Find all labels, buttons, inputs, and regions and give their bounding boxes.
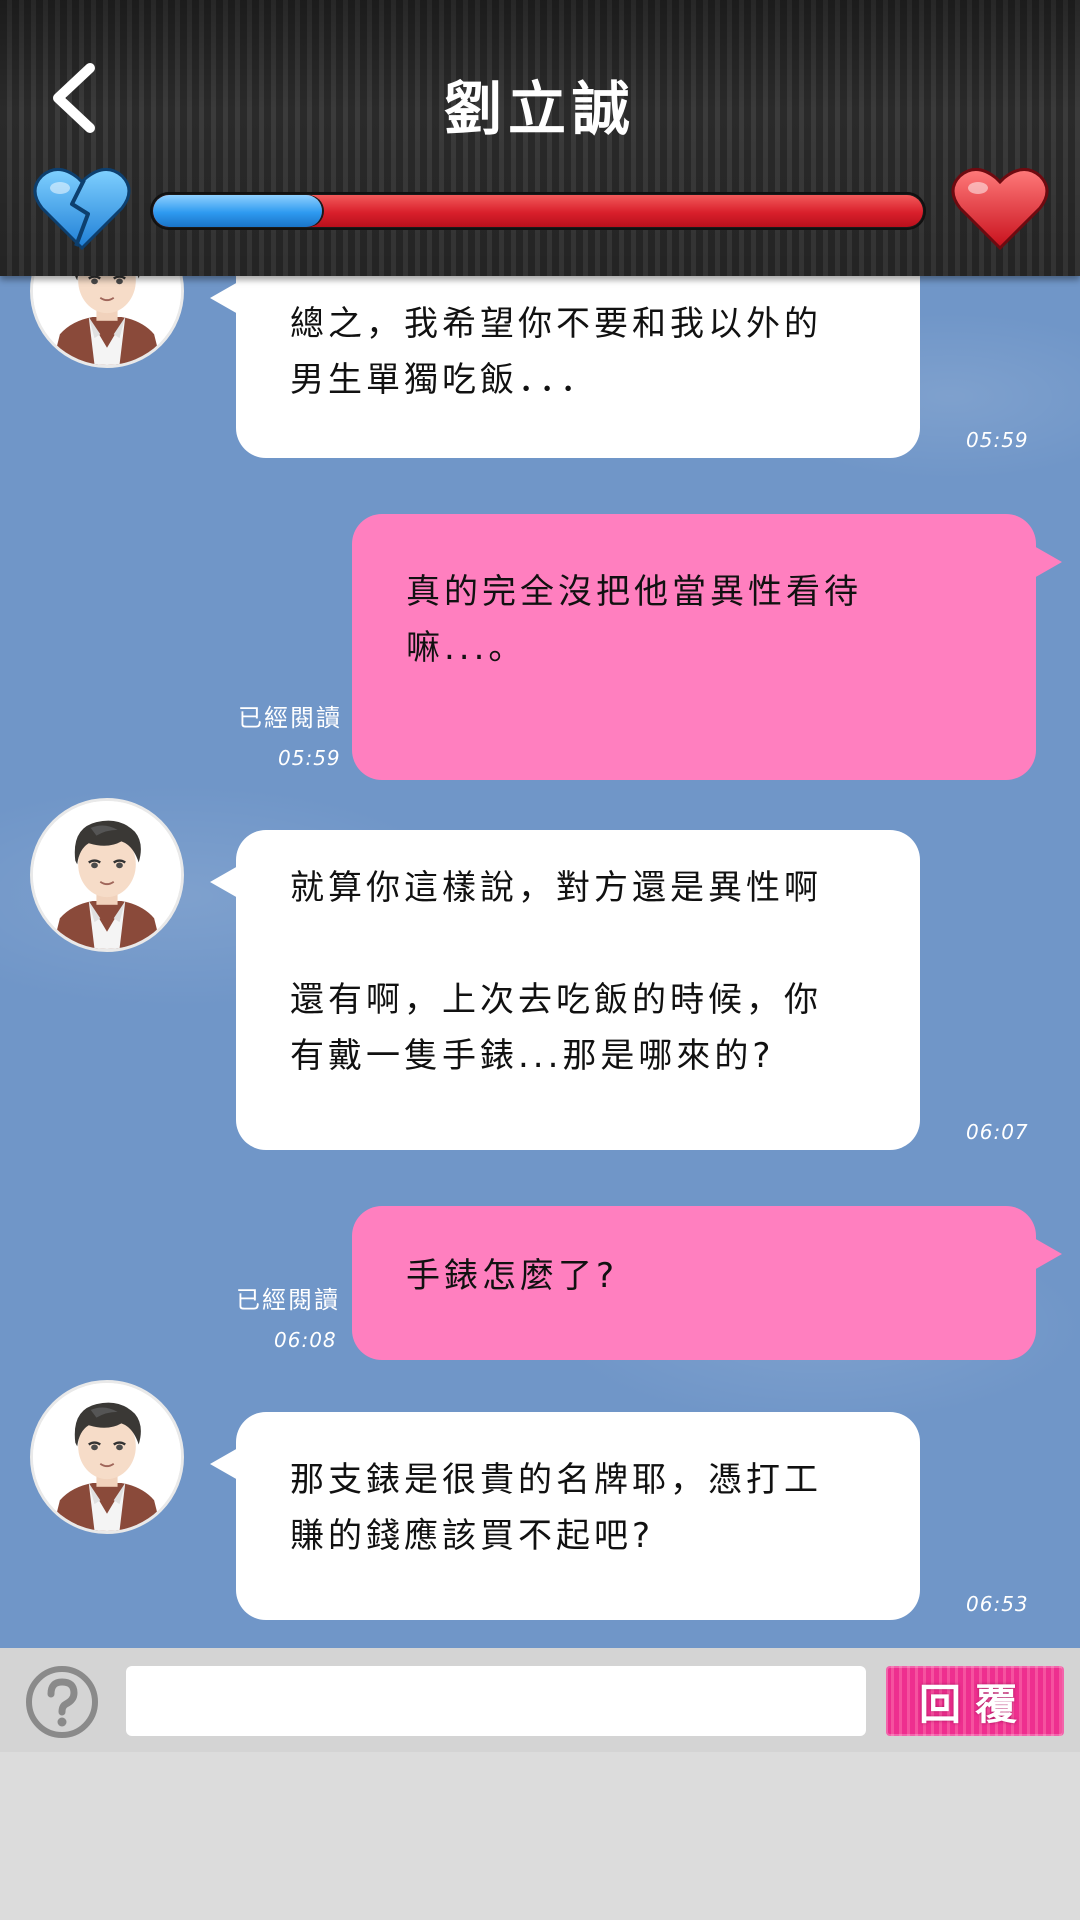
read-receipt: 已經閱讀 (236, 1286, 340, 1314)
broken-heart-icon (32, 164, 132, 252)
message-bubble-incoming: 總之，我希望你不要和我以外的 男生單獨吃飯．．． (210, 276, 920, 458)
reply-button[interactable]: 回覆 (886, 1666, 1064, 1736)
message-time: 05:59 (278, 746, 341, 770)
message-time: 06:07 (966, 1120, 1029, 1144)
message-input[interactable] (126, 1666, 866, 1736)
chat-header: 劉立誠 (0, 0, 1080, 276)
message-text: 手錶怎麼了? (406, 1256, 619, 1296)
message-text: 總之，我希望你不要和我以外的 男生單獨吃飯．．． (290, 304, 822, 400)
affection-meter (150, 192, 926, 230)
message-bubble-incoming: 就算你這樣說，對方還是異性啊 還有啊，上次去吃飯的時候，你 有戴一隻手錶...那… (210, 830, 920, 1150)
message-time: 06:08 (274, 1328, 337, 1352)
reply-bar: 回覆 (0, 1648, 1080, 1752)
message-bubble-incoming: 那支錶是很貴的名牌耶，憑打工 賺的錢應該買不起吧? (210, 1412, 920, 1620)
bottom-area (0, 1752, 1080, 1920)
read-receipt: 已經閱讀 (238, 704, 342, 732)
message-bubble-outgoing: 真的完全沒把他當異性看待 嘛...。 (352, 514, 1062, 780)
message-text: 那支錶是很貴的名牌耶，憑打工 賺的錢應該買不起吧? (290, 1460, 822, 1556)
message-bubble-outgoing: 手錶怎麼了? (352, 1206, 1062, 1360)
affection-meter-fill (153, 195, 323, 227)
message-time: 05:59 (966, 428, 1029, 452)
message-time: 06:53 (966, 1592, 1029, 1616)
help-button[interactable] (24, 1664, 100, 1740)
contact-avatar (30, 1380, 184, 1534)
chat-log[interactable]: 總之，我希望你不要和我以外的 男生單獨吃飯．．． 05:59 真的完全沒把他當異… (0, 276, 1080, 1648)
message-text: 就算你這樣說，對方還是異性啊 還有啊，上次去吃飯的時候，你 有戴一隻手錶...那… (290, 868, 822, 1076)
contact-name: 劉立誠 (443, 75, 636, 143)
contact-avatar (30, 276, 184, 368)
message-text: 真的完全沒把他當異性看待 嘛...。 (406, 572, 862, 668)
heart-icon (950, 164, 1050, 252)
contact-avatar (30, 798, 184, 952)
question-circle-icon (26, 1666, 98, 1738)
